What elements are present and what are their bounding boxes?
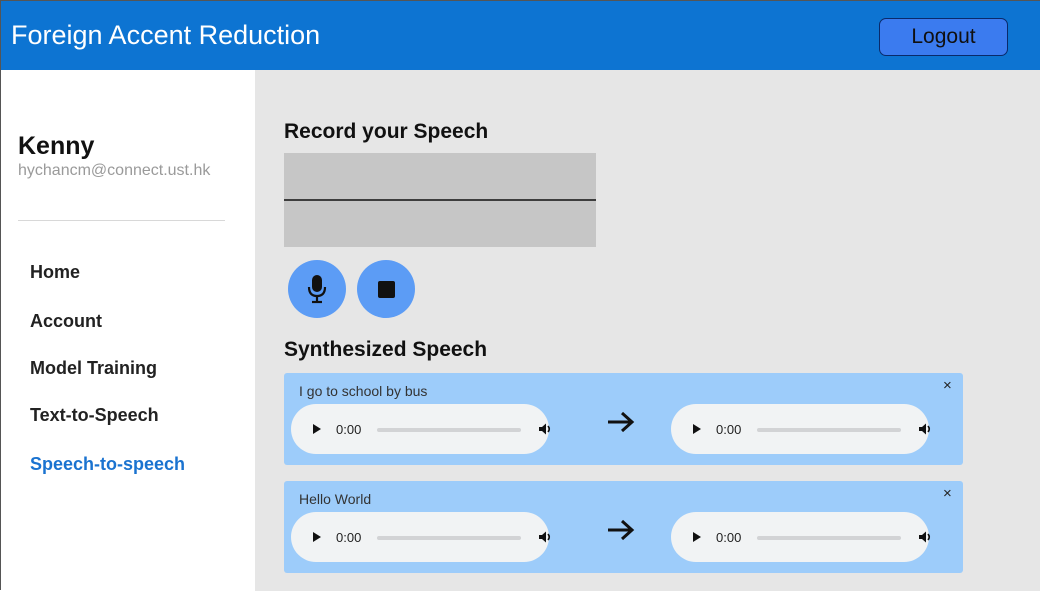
input-audio-player[interactable]: 0:00 [291,404,552,454]
record-button[interactable] [288,260,346,318]
audio-progress-bar[interactable] [757,428,901,432]
play-icon[interactable] [313,424,321,434]
recording-waveform [284,153,596,247]
play-icon[interactable] [693,424,701,434]
audio-time: 0:00 [336,422,362,437]
play-icon[interactable] [313,532,321,542]
main-content: Record your Speech Synthesized Speech I … [255,70,1040,591]
volume-icon[interactable] [538,530,552,544]
sidebar-item-account[interactable]: Account [30,311,102,332]
audio-time: 0:00 [716,530,742,545]
sidebar-divider [18,220,225,221]
app-frame: Foreign Accent Reduction Logout Kenny hy… [0,0,1040,591]
arrow-right-icon [608,411,635,433]
record-title: Record your Speech [284,120,489,143]
sidebar-item-speech-to-speech[interactable]: Speech-to-speech [30,454,185,475]
audio-progress-bar[interactable] [377,536,521,540]
card-text: I go to school by bus [299,383,428,399]
app-title: Foreign Accent Reduction [11,20,321,50]
waveform-line [284,199,596,201]
audio-time: 0:00 [716,422,742,437]
card-text: Hello World [299,491,372,507]
audio-progress-bar[interactable] [377,428,521,432]
sidebar-item-text-to-speech[interactable]: Text-to-Speech [30,405,159,426]
arrow-right-icon [608,519,635,541]
audio-time: 0:00 [336,530,362,545]
volume-icon[interactable] [918,422,932,436]
sidebar-item-home[interactable]: Home [30,262,80,283]
stop-button[interactable] [357,260,415,318]
volume-icon[interactable] [918,530,932,544]
synthesized-title: Synthesized Speech [284,338,488,361]
audio-progress-bar[interactable] [757,536,901,540]
speech-card: I go to school by bus × 0:00 0:00 [284,373,963,465]
input-audio-player[interactable]: 0:00 [291,512,552,562]
play-icon[interactable] [693,532,701,542]
user-email: hychancm@connect.ust.hk [18,162,211,179]
close-icon[interactable]: × [943,485,952,502]
sidebar: Kenny hychancm@connect.ust.hk Home Accou… [1,70,255,591]
volume-icon[interactable] [538,422,552,436]
speech-card: Hello World × 0:00 0:00 [284,481,963,573]
microphone-icon [307,275,327,304]
logout-button[interactable]: Logout [879,18,1008,56]
stop-icon [377,280,395,298]
close-icon[interactable]: × [943,377,952,394]
app-header: Foreign Accent Reduction Logout [1,1,1040,70]
user-name: Kenny [18,132,95,160]
output-audio-player[interactable]: 0:00 [671,404,932,454]
sidebar-item-model-training[interactable]: Model Training [30,358,157,379]
output-audio-player[interactable]: 0:00 [671,512,932,562]
